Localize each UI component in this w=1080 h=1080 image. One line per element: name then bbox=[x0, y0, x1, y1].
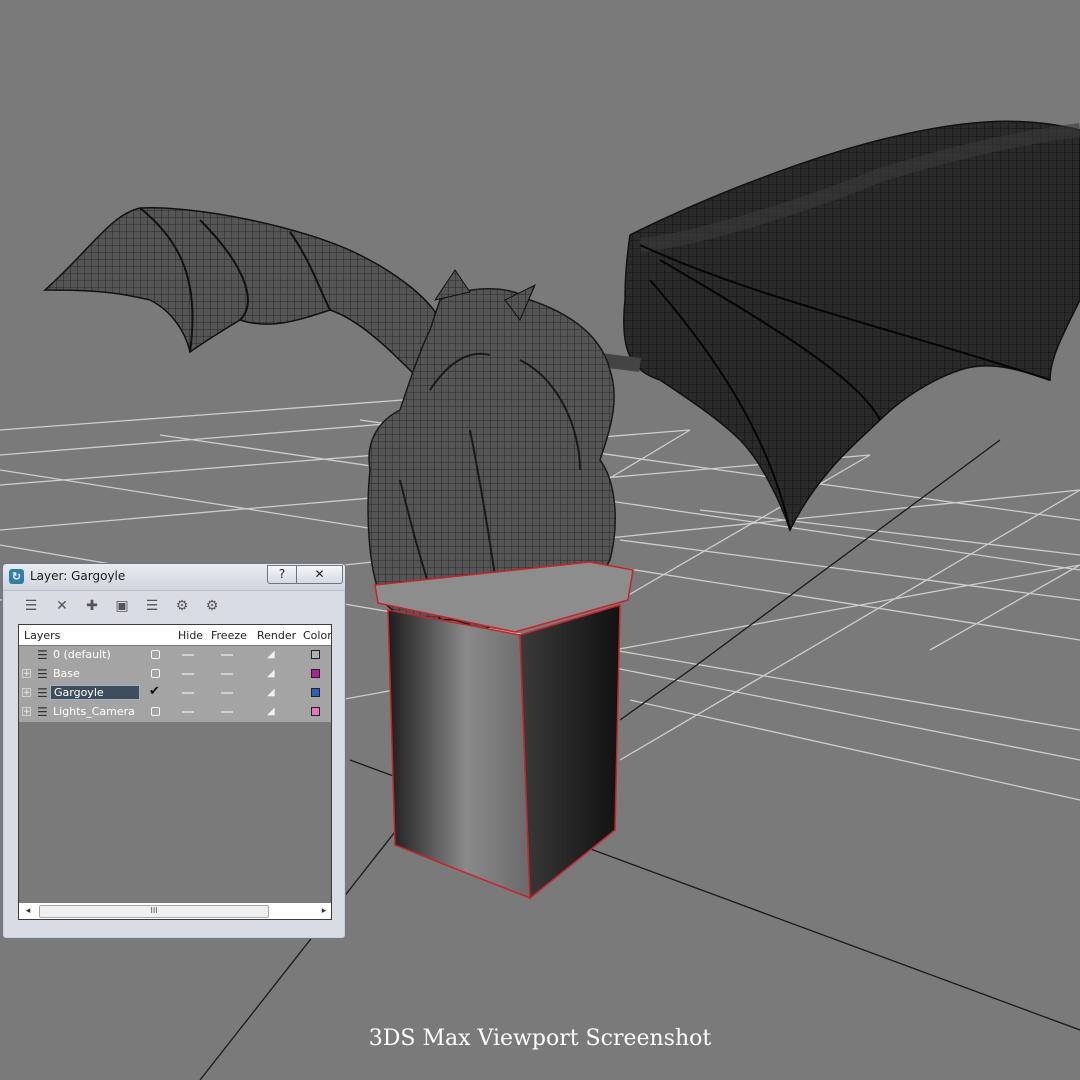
scroll-thumb[interactable]: III bbox=[39, 905, 269, 918]
layer-list-panel[interactable]: Layers Hide Freeze Render Color ☰ 0 (def… bbox=[18, 624, 332, 920]
column-freeze[interactable]: Freeze bbox=[211, 629, 247, 642]
select-objects-icon[interactable]: ▣ bbox=[112, 596, 132, 616]
current-layer-checkbox[interactable] bbox=[151, 707, 160, 716]
layer-name[interactable]: Base bbox=[50, 667, 83, 682]
scroll-left-arrow-icon[interactable]: ◂ bbox=[21, 904, 35, 918]
freeze-toggle[interactable] bbox=[221, 692, 233, 694]
render-teapot-icon[interactable]: ◢ bbox=[267, 706, 275, 717]
freeze-toggle[interactable] bbox=[221, 673, 233, 675]
hide-toggle[interactable] bbox=[182, 654, 194, 656]
layer-dialog[interactable]: ↻ Layer: Gargoyle ? ✕ ☰ ✕ ✚ ▣ ☰ ⚙ ⚙ Laye… bbox=[2, 563, 346, 939]
layer-stack-icon: ☰ bbox=[37, 686, 48, 700]
delete-layer-icon[interactable]: ✕ bbox=[52, 596, 72, 616]
hide-toggle[interactable] bbox=[182, 692, 194, 694]
create-layer-icon[interactable]: ☰ bbox=[21, 596, 41, 616]
layer-row-base[interactable]: + ☰ Base ◢ bbox=[19, 665, 331, 684]
highlight-layer-icon[interactable]: ☰ bbox=[142, 596, 162, 616]
layer-row-lights-camera[interactable]: + ☰ Lights_Camera ◢ bbox=[19, 703, 331, 722]
current-layer-checkbox[interactable] bbox=[151, 650, 160, 659]
layer-toolbar: ☰ ✕ ✚ ▣ ☰ ⚙ ⚙ bbox=[17, 596, 337, 616]
dialog-titlebar[interactable]: ↻ Layer: Gargoyle ? ✕ bbox=[3, 564, 345, 591]
column-render[interactable]: Render bbox=[257, 629, 296, 642]
app-icon: ↻ bbox=[9, 569, 24, 584]
expand-icon[interactable]: + bbox=[22, 688, 31, 698]
freeze-toggle[interactable] bbox=[221, 711, 233, 713]
render-teapot-icon[interactable]: ◢ bbox=[267, 649, 275, 660]
column-color[interactable]: Color bbox=[303, 629, 332, 642]
add-to-layer-icon[interactable]: ✚ bbox=[82, 596, 102, 616]
column-layers[interactable]: Layers bbox=[24, 629, 60, 642]
current-layer-checkbox[interactable] bbox=[151, 669, 160, 678]
render-teapot-icon[interactable]: ◢ bbox=[267, 687, 275, 698]
column-header: Layers Hide Freeze Render Color bbox=[19, 625, 332, 645]
layer-color-swatch[interactable] bbox=[311, 669, 320, 678]
layer-stack-icon: ☰ bbox=[37, 648, 48, 662]
column-hide[interactable]: Hide bbox=[178, 629, 203, 642]
left-wing bbox=[43, 206, 441, 382]
layer-name[interactable]: Lights_Camera bbox=[50, 705, 138, 720]
render-teapot-icon[interactable]: ◢ bbox=[267, 668, 275, 679]
current-layer-checkmark-icon[interactable]: ✔ bbox=[149, 684, 160, 699]
right-wing bbox=[599, 120, 1080, 532]
layer-color-swatch[interactable] bbox=[311, 688, 320, 697]
layer-stack-icon: ☰ bbox=[37, 705, 48, 719]
layer-row-gargoyle[interactable]: + ☰ Gargoyle ✔ ◢ bbox=[19, 684, 331, 703]
layer-name[interactable]: 0 (default) bbox=[50, 648, 114, 663]
layer-name[interactable]: Gargoyle bbox=[50, 685, 140, 700]
hide-all-icon[interactable]: ⚙ bbox=[172, 596, 192, 616]
hide-toggle[interactable] bbox=[182, 711, 194, 713]
caption: 3DS Max Viewport Screenshot bbox=[368, 1026, 712, 1051]
layer-color-swatch[interactable] bbox=[311, 650, 320, 659]
help-button[interactable]: ? bbox=[267, 565, 297, 584]
freeze-toggle[interactable] bbox=[221, 654, 233, 656]
hide-toggle[interactable] bbox=[182, 673, 194, 675]
scroll-right-arrow-icon[interactable]: ▸ bbox=[317, 904, 331, 918]
close-button[interactable]: ✕ bbox=[296, 565, 343, 584]
layer-stack-icon: ☰ bbox=[37, 667, 48, 681]
layer-row-default[interactable]: ☰ 0 (default) ◢ bbox=[19, 646, 331, 665]
layer-color-swatch[interactable] bbox=[311, 707, 320, 716]
expand-icon[interactable]: + bbox=[22, 669, 31, 679]
dialog-title: Layer: Gargoyle bbox=[30, 569, 126, 583]
expand-icon[interactable]: + bbox=[22, 707, 31, 717]
freeze-all-icon[interactable]: ⚙ bbox=[202, 596, 222, 616]
horizontal-scrollbar[interactable]: ◂ III ▸ bbox=[19, 903, 331, 919]
